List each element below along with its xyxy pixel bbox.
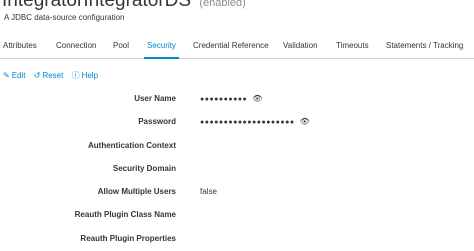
reset-link[interactable]: ↺ Reset <box>34 71 64 80</box>
edit-label: Edit <box>11 71 26 80</box>
edit-link[interactable]: ✎ Edit <box>3 71 26 80</box>
form-row-authentication-context: Authentication Context <box>0 141 474 153</box>
masked-user-name: ●●●●●●●●●● <box>200 96 248 103</box>
action-bar: ✎ Edit ↺ Reset ⓘ Help <box>3 70 104 81</box>
title-text: IntegratorIntegratorDS <box>2 0 192 11</box>
field-label: User Name <box>134 94 176 103</box>
masked-password: ●●●●●●●●●●●●●●●●●●●● <box>200 119 295 126</box>
form-row-reauth-plugin-class-name: Reauth Plugin Class Name <box>0 210 474 222</box>
tab-timeouts[interactable]: Timeouts <box>336 37 369 58</box>
reset-label: Reset <box>42 71 64 80</box>
tab-validation[interactable]: Validation <box>283 37 318 58</box>
page-title: IntegratorIntegratorDS (enabled) <box>2 0 246 13</box>
field-label: Allow Multiple Users <box>97 187 176 196</box>
tab-credential-reference[interactable]: Credential Reference <box>193 37 269 58</box>
tab-attributes[interactable]: Attributes <box>3 37 37 58</box>
form-row-password: Password ●●●●●●●●●●●●●●●●●●●● 👁 <box>0 117 474 129</box>
form-row-reauth-plugin-properties: Reauth Plugin Properties <box>0 234 474 246</box>
form-row-security-domain: Security Domain <box>0 164 474 176</box>
status-badge: (enabled) <box>199 0 246 9</box>
tab-pool[interactable]: Pool <box>113 37 129 58</box>
question-circle-icon: ⓘ <box>71 71 80 80</box>
tab-connection[interactable]: Connection <box>56 37 96 58</box>
eye-icon[interactable]: 👁 <box>252 94 262 103</box>
help-link[interactable]: ⓘ Help <box>72 71 98 80</box>
field-value: false <box>200 187 217 196</box>
field-label: Reauth Plugin Class Name <box>74 210 176 219</box>
undo-icon: ↺ <box>33 71 41 80</box>
field-label: Password <box>138 117 176 126</box>
pencil-icon: ✎ <box>3 71 10 80</box>
field-label: Reauth Plugin Properties <box>80 234 176 243</box>
help-label: Help <box>81 71 99 80</box>
tab-bar: Attributes Connection Pool Security Cred… <box>0 37 474 59</box>
field-value: ●●●●●●●●●● 👁 <box>200 94 262 103</box>
form-row-allow-multiple-users: Allow Multiple Users false <box>0 187 474 199</box>
tab-statements-tracking[interactable]: Statements / Tracking <box>386 37 463 58</box>
eye-icon[interactable]: 👁 <box>300 117 310 126</box>
field-value: ●●●●●●●●●●●●●●●●●●●● 👁 <box>200 117 310 126</box>
tab-security[interactable]: Security <box>144 37 179 59</box>
page-subtitle: A JDBC data-source configuration <box>4 13 125 22</box>
form-row-user-name: User Name ●●●●●●●●●● 👁 <box>0 94 474 106</box>
field-label: Security Domain <box>112 164 176 173</box>
field-label: Authentication Context <box>88 141 176 150</box>
